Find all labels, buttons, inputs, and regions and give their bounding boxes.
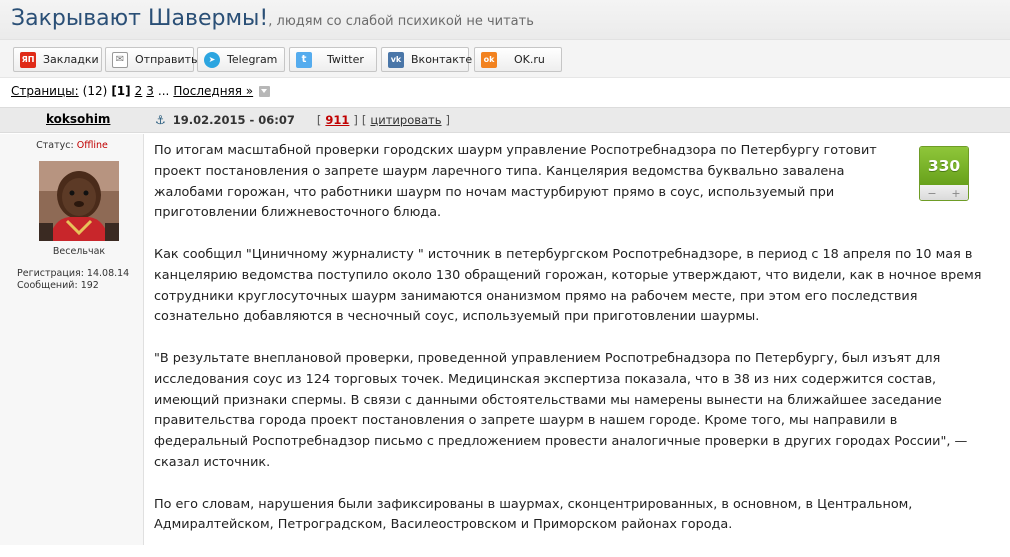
bracket-open: [ (316, 113, 322, 127)
title-main-text: Закрывают Шавермы! (11, 6, 269, 31)
page-subtitle: , людям со слабой психикой не читать (268, 14, 534, 29)
vk-icon: vk (388, 51, 404, 68)
share-button-label: Telegram (227, 53, 278, 66)
share-button-bookmarks[interactable]: ЯП Закладки (13, 47, 102, 72)
post-header: koksohim ⚓ 19.02.2015 - 06:07 [ 911 ] [ … (0, 107, 1010, 133)
share-button-label: Вконтакте (411, 53, 473, 66)
status-label: Статус: (36, 140, 74, 151)
user-message-count: Сообщений: 192 (17, 280, 99, 291)
bracket-close: ] (353, 113, 358, 127)
status-value: Offline (76, 140, 108, 151)
page-link-3[interactable]: 3 (146, 84, 154, 98)
twitter-icon: t (296, 51, 312, 68)
share-button-label: Отправить (135, 53, 198, 66)
share-button-label: Twitter (327, 53, 364, 66)
post-body: По итогам масштабной проверки городских … (154, 141, 984, 557)
dropdown-arrow-icon[interactable] (259, 85, 271, 97)
current-page: [1] (111, 84, 131, 98)
page-title: Закрывают Шавермы!, людям со слабой псих… (11, 6, 534, 31)
mail-icon: ✉ (112, 51, 128, 68)
avatar-image (39, 161, 119, 241)
pagination: Страницы: (12) [1] 2 3 ... Последняя » (11, 82, 271, 100)
user-rank: Весельчак (52, 246, 106, 257)
share-bar: ЯП Закладки ✉ Отправить ➤ Telegram t Twi… (0, 40, 1010, 78)
post-date: 19.02.2015 - 06:07 (172, 113, 295, 127)
share-button-send[interactable]: ✉ Отправить (105, 47, 198, 72)
user-status: Статус: Offline (0, 140, 144, 151)
ok-icon: ok (481, 51, 497, 68)
yandex-icon: ЯП (20, 51, 36, 68)
post-paragraph: По его словам, нарушения были зафиксиров… (154, 496, 913, 533)
bracket-open: [ (361, 113, 367, 127)
share-button-twitter[interactable]: t Twitter (289, 47, 377, 72)
telegram-icon: ➤ (204, 51, 220, 68)
post-paragraph: По итогам масштабной проверки городских … (154, 143, 877, 221)
title-bar: Закрывают Шавермы!, людям со слабой псих… (0, 0, 1010, 40)
share-button-label: Закладки (43, 53, 99, 66)
page-link-2[interactable]: 2 (135, 84, 143, 98)
pager-ellipsis: ... (157, 84, 170, 98)
share-button-label: OK.ru (514, 53, 545, 66)
share-button-telegram[interactable]: ➤ Telegram (197, 47, 285, 72)
pages-label[interactable]: Страницы: (11, 84, 79, 98)
quote-link[interactable]: цитировать (370, 113, 441, 127)
user-info-column: Статус: Offline Весельчак Регистрация: 1… (0, 134, 144, 545)
post-paragraph: "В результате внеплановой проверки, пров… (154, 350, 968, 470)
post-author-link[interactable]: koksohim (46, 112, 110, 126)
bracket-close: ] (445, 113, 451, 127)
last-page-link[interactable]: Последняя » (173, 84, 253, 98)
post-meta: ⚓ 19.02.2015 - 06:07 [ 911 ] [ цитироват… (155, 113, 450, 127)
share-button-vk[interactable]: vk Вконтакте (381, 47, 473, 72)
page-count: (12) (82, 84, 108, 98)
post-number-link[interactable]: 911 (325, 113, 349, 127)
anchor-icon[interactable]: ⚓ (155, 113, 166, 127)
avatar[interactable] (39, 161, 119, 241)
post-paragraph: Как сообщил "Циничному журналисту " исто… (154, 246, 982, 325)
user-registration: Регистрация: 14.08.14 (17, 268, 130, 279)
share-button-ok[interactable]: ok OK.ru (474, 47, 562, 72)
